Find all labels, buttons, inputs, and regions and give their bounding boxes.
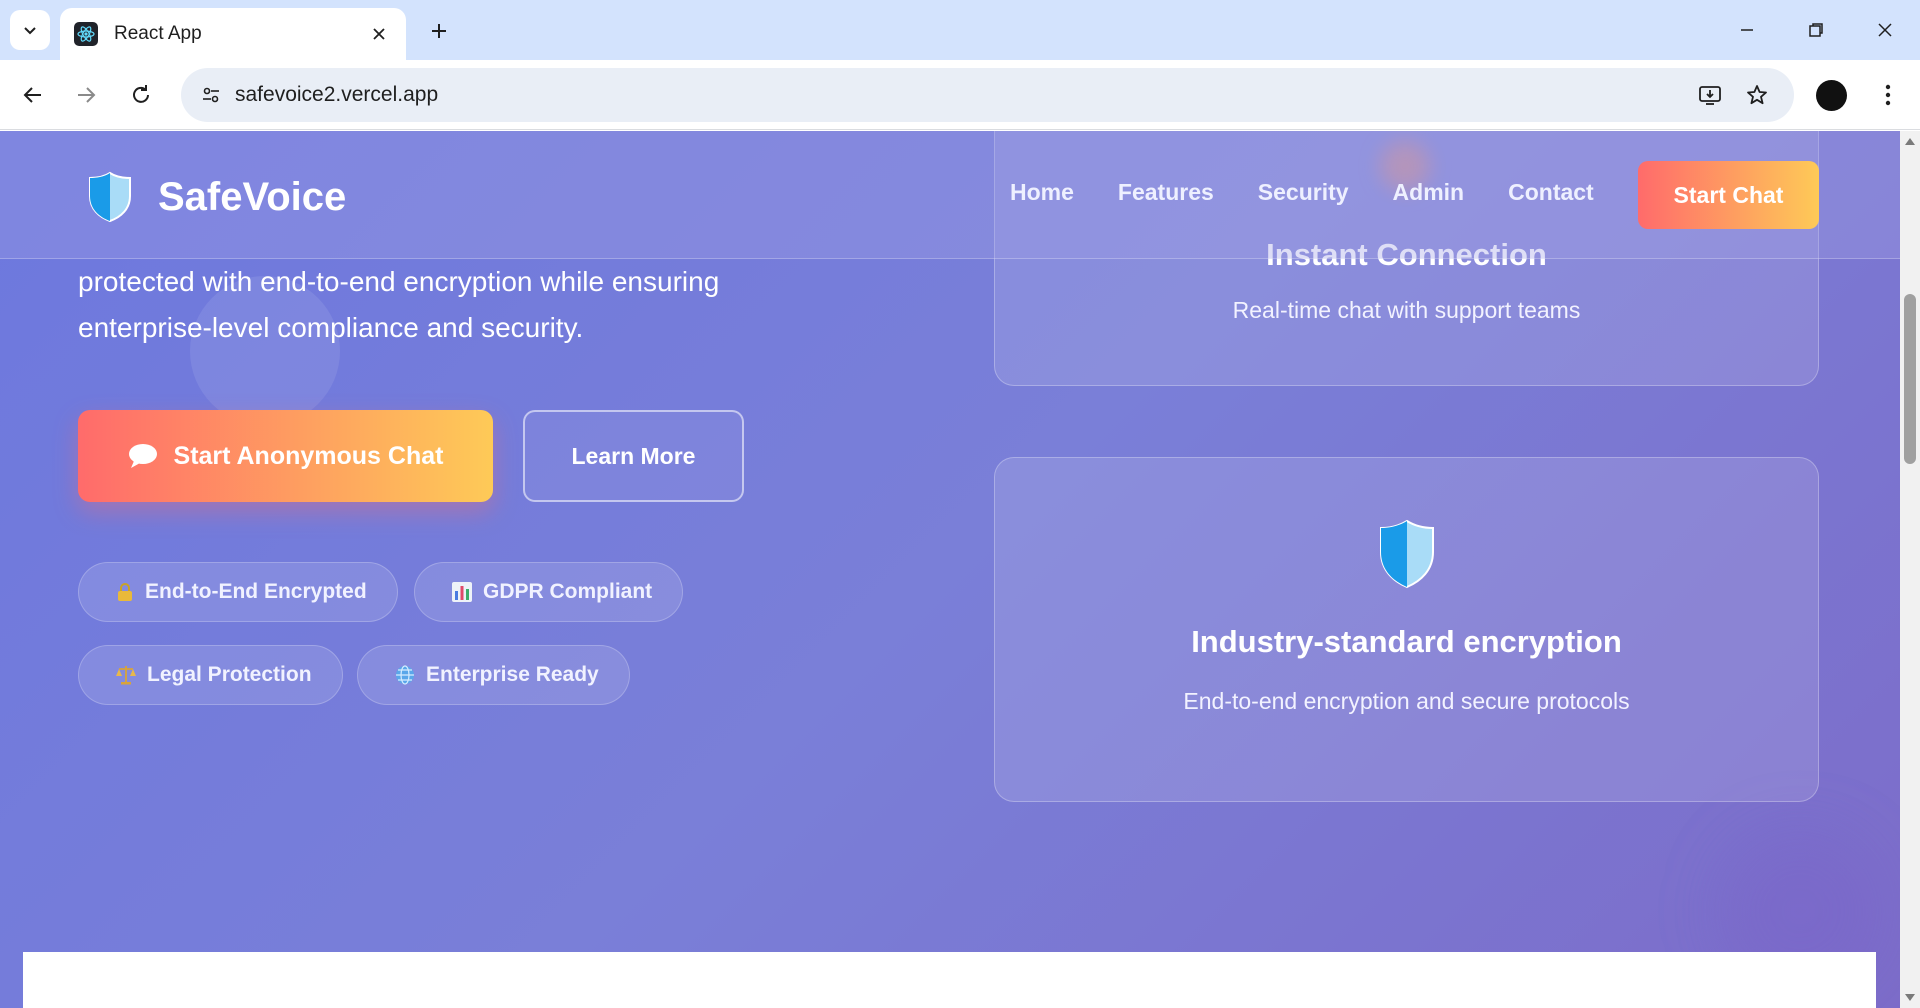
badge-end-to-end-encrypted: End-to-End Encrypted	[78, 562, 398, 622]
minimize-icon	[1741, 29, 1753, 31]
new-tab-button[interactable]	[422, 14, 456, 48]
nav-link-admin[interactable]: Admin	[1393, 179, 1465, 206]
globe-icon	[394, 664, 416, 686]
scrollbar-thumb[interactable]	[1904, 294, 1916, 464]
tab-title: React App	[114, 23, 202, 44]
browser-menu-button[interactable]	[1868, 75, 1908, 115]
badge-enterprise-ready: Enterprise Ready	[357, 645, 630, 705]
lock-icon	[115, 582, 135, 602]
nav-link-contact[interactable]: Contact	[1508, 179, 1594, 206]
page-scrollbar[interactable]	[1900, 131, 1920, 1008]
badge-legal-protection: Legal Protection	[78, 645, 343, 705]
nav-link-home[interactable]: Home	[1010, 179, 1074, 206]
scroll-up-arrow-icon[interactable]	[1904, 135, 1916, 147]
logo[interactable]: SafeVoice	[88, 171, 346, 223]
bar-chart-icon	[451, 581, 473, 603]
url-text[interactable]: safevoice2.vercel.app	[235, 83, 438, 107]
profile-avatar[interactable]	[1816, 80, 1847, 111]
button-label: Start Anonymous Chat	[173, 441, 444, 470]
scroll-down-arrow-icon[interactable]	[1904, 992, 1916, 1004]
close-window-button[interactable]	[1862, 10, 1908, 50]
main-nav: Home Features Security Admin Contact	[1010, 179, 1638, 206]
chevron-down-icon	[24, 27, 36, 35]
badge-gdpr-compliant: GDPR Compliant	[414, 562, 684, 622]
hero-text-line: enterprise-level compliance and security…	[78, 312, 584, 343]
reload-icon	[133, 85, 149, 103]
tab-search-button[interactable]	[10, 10, 50, 50]
back-button[interactable]	[13, 75, 53, 115]
restore-button[interactable]	[1793, 10, 1839, 50]
browser-toolbar: safevoice2.vercel.app	[0, 60, 1920, 130]
restore-icon	[1809, 23, 1823, 37]
card-title: Industry-standard encryption	[1191, 624, 1622, 659]
arrow-left-icon	[23, 87, 41, 103]
badge-label: GDPR Compliant	[483, 580, 653, 603]
plus-icon	[432, 24, 446, 38]
card-description: Real-time chat with support teams	[1232, 297, 1581, 323]
forward-button[interactable]	[66, 75, 106, 115]
brand-name: SafeVoice	[158, 174, 347, 219]
react-logo-icon	[74, 22, 98, 46]
nav-link-security[interactable]: Security	[1258, 179, 1349, 206]
start-anonymous-chat-button[interactable]: Start Anonymous Chat	[78, 410, 493, 502]
learn-more-button[interactable]: Learn More	[523, 410, 744, 502]
next-section	[23, 952, 1876, 1008]
badge-label: End-to-End Encrypted	[145, 580, 367, 603]
close-icon	[1878, 23, 1892, 37]
speech-bubble-icon	[128, 443, 158, 469]
install-app-icon[interactable]	[1690, 75, 1730, 115]
browser-tab[interactable]: React App	[60, 8, 406, 60]
shield-icon	[995, 518, 1818, 590]
site-header: SafeVoice Home Features Security Admin C…	[0, 131, 1900, 259]
address-bar[interactable]: safevoice2.vercel.app	[181, 68, 1794, 122]
reload-button[interactable]	[121, 75, 161, 115]
scales-icon	[115, 664, 137, 686]
shield-logo-icon	[88, 171, 132, 223]
close-tab-icon[interactable]	[366, 21, 392, 47]
minimize-button[interactable]	[1724, 10, 1770, 50]
arrow-right-icon	[78, 87, 96, 103]
hero-description: protected with end-to-end encryption whi…	[78, 259, 838, 351]
page-viewport: Instant Connection Real-time chat with s…	[0, 131, 1900, 1008]
more-vertical-icon	[1885, 84, 1891, 106]
badge-label: Legal Protection	[147, 663, 312, 686]
badge-label: Enterprise Ready	[426, 663, 599, 686]
hero-text-line: protected with end-to-end encryption whi…	[78, 266, 720, 297]
nav-link-features[interactable]: Features	[1118, 179, 1214, 206]
feature-card-encryption: Industry-standard encryption End-to-end …	[994, 457, 1819, 802]
card-description: End-to-end encryption and secure protoco…	[1183, 688, 1630, 714]
bookmark-star-icon[interactable]	[1737, 75, 1777, 115]
site-info-icon[interactable]	[191, 75, 231, 115]
start-chat-button[interactable]: Start Chat	[1638, 161, 1819, 229]
browser-tab-bar: React App	[0, 0, 1920, 60]
